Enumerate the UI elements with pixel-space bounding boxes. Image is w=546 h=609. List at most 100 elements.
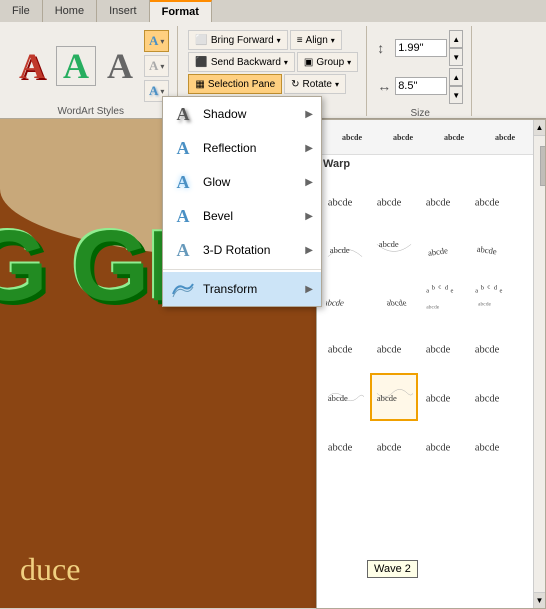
dropdown-arrow-icon: ▾: [160, 37, 164, 46]
svg-text:abcde: abcde: [475, 443, 500, 454]
group-icon: ▣: [304, 57, 313, 68]
transform-cell-4-3[interactable]: abcde: [419, 324, 467, 372]
reflection-menu-label: Reflection: [203, 141, 297, 155]
group-button[interactable]: ▣ Group ▾: [297, 52, 358, 72]
bring-forward-button[interactable]: ⬜ Bring Forward ▾: [188, 30, 287, 50]
tab-format[interactable]: Format: [150, 0, 212, 22]
group-arrow[interactable]: ▾: [347, 58, 351, 67]
bevel-menu-item[interactable]: A Bevel ▶: [163, 199, 321, 233]
svg-text:abcde: abcde: [377, 198, 402, 209]
send-backward-button[interactable]: ⬛ Send Backward ▾: [188, 52, 295, 72]
3d-rotation-menu-label: 3-D Rotation: [203, 243, 297, 257]
bring-forward-icon: ⬜: [195, 35, 207, 46]
scroll-thumb[interactable]: [540, 146, 546, 186]
transform-cell-wave2[interactable]: abcde: [370, 373, 418, 421]
warp-header: Warp: [317, 155, 545, 173]
glow-menu-item[interactable]: A Glow ▶: [163, 165, 321, 199]
shadow-menu-label: Shadow: [203, 107, 297, 121]
tab-insert[interactable]: Insert: [97, 0, 150, 22]
transform-cell-4-1[interactable]: abcde: [321, 324, 369, 372]
transform-none-1[interactable]: abcde: [327, 126, 377, 148]
transform-cell-3-1[interactable]: abcde: [321, 275, 369, 323]
transform-menu-icon: [171, 277, 195, 301]
selection-pane-icon: ▦: [195, 79, 204, 90]
transform-cell-1-1[interactable]: abcde: [321, 177, 369, 225]
transform-cell-3-4[interactable]: a b c d e abcde: [468, 275, 516, 323]
transform-cell-6-3[interactable]: abcde: [419, 422, 467, 470]
size-content: ↕ ▲ ▼ ↔ ▲ ▼: [377, 26, 463, 108]
width-input[interactable]: [395, 77, 447, 95]
rotate-icon: ↻: [291, 79, 299, 90]
transform-cell-5-4[interactable]: abcde: [468, 373, 516, 421]
wave2-tooltip: Wave 2: [367, 560, 418, 578]
text-fill-icon: A: [149, 33, 158, 49]
height-input[interactable]: [395, 39, 447, 57]
transform-cell-1-3[interactable]: abcde: [419, 177, 467, 225]
svg-text:abcde: abcde: [328, 345, 353, 356]
align-icon: ≡: [297, 35, 303, 46]
transform-none-2[interactable]: abcde: [378, 126, 428, 148]
wordart-styles-label: WordArt Styles: [57, 106, 124, 119]
svg-text:abcde: abcde: [385, 298, 408, 308]
transform-cell-2-4[interactable]: abcde: [468, 226, 516, 274]
ribbon-tabs: File Home Insert Format: [0, 0, 546, 22]
transform-cell-wave1[interactable]: abcde: [321, 373, 369, 421]
text-fill-button[interactable]: A ▾: [144, 30, 169, 52]
reflection-menu-item[interactable]: A Reflection ▶: [163, 131, 321, 165]
transform-cell-4-2[interactable]: abcde: [370, 324, 418, 372]
svg-text:abcde: abcde: [377, 443, 402, 454]
transform-cell-6-1[interactable]: abcde: [321, 422, 369, 470]
text-outline-icon: A: [149, 58, 158, 74]
rotate-label: Rotate: [303, 79, 332, 90]
svg-text:abcde: abcde: [426, 443, 451, 454]
transform-cell-2-1[interactable]: abcde: [321, 226, 369, 274]
bring-forward-arrow[interactable]: ▾: [277, 36, 281, 45]
transform-cell-6-4[interactable]: abcde: [468, 422, 516, 470]
tab-home[interactable]: Home: [43, 0, 97, 22]
send-backward-arrow[interactable]: ▾: [284, 58, 288, 67]
rotate-button[interactable]: ↻ Rotate ▾: [284, 74, 346, 94]
3d-submenu-arrow: ▶: [305, 245, 313, 256]
shadow-menu-item[interactable]: A Shadow ▶: [163, 97, 321, 131]
transform-cell-1-4[interactable]: abcde: [468, 177, 516, 225]
svg-text:e: e: [499, 287, 502, 294]
tab-file[interactable]: File: [0, 0, 43, 22]
wordart-btn-3[interactable]: A: [100, 46, 140, 86]
transform-cell-2-3[interactable]: abcde: [419, 226, 467, 274]
svg-text:abcde: abcde: [476, 244, 497, 257]
transform-cell-6-2[interactable]: abcde: [370, 422, 418, 470]
transform-menu-item[interactable]: Transform ▶: [163, 272, 321, 306]
svg-text:abcde: abcde: [478, 302, 492, 308]
transform-none-3[interactable]: abcde: [429, 126, 479, 148]
width-up-button[interactable]: ▲: [449, 68, 463, 86]
scroll-up-button[interactable]: ▲: [534, 120, 546, 136]
svg-text:abcde: abcde: [475, 198, 500, 209]
align-button[interactable]: ≡ Align ▾: [290, 30, 342, 50]
bevel-menu-icon: A: [171, 204, 195, 228]
rotate-arrow[interactable]: ▾: [335, 80, 339, 89]
wordart-btn-2[interactable]: A: [56, 46, 96, 86]
wordart-btn-1[interactable]: A: [12, 46, 52, 86]
height-row: ↕ ▲ ▼: [377, 30, 463, 66]
scroll-down-button[interactable]: ▼: [534, 592, 546, 608]
arrange-row-3: ▦ Selection Pane ↻ Rotate ▾: [188, 74, 346, 94]
svg-text:a: a: [426, 287, 429, 294]
width-down-button[interactable]: ▼: [449, 86, 463, 104]
text-outline-button[interactable]: A ▾: [144, 55, 169, 77]
selection-pane-button[interactable]: ▦ Selection Pane: [188, 74, 282, 94]
canvas-bottom-text: duce: [20, 551, 80, 588]
transform-cell-5-3[interactable]: abcde: [419, 373, 467, 421]
transform-cell-4-4[interactable]: abcde: [468, 324, 516, 372]
transform-cell-1-2[interactable]: abcde: [370, 177, 418, 225]
transform-cell-3-2[interactable]: abcde: [370, 275, 418, 323]
reflection-submenu-arrow: ▶: [305, 143, 313, 154]
scrollbar: ▲ ▼: [533, 120, 545, 608]
3d-rotation-menu-item[interactable]: A 3-D Rotation ▶: [163, 233, 321, 267]
selection-pane-label: Selection Pane: [208, 79, 275, 90]
align-arrow[interactable]: ▾: [331, 36, 335, 45]
height-up-button[interactable]: ▲: [449, 30, 463, 48]
transform-cell-2-2[interactable]: abcde: [370, 226, 418, 274]
transform-cell-3-3[interactable]: a b c d e abcde: [419, 275, 467, 323]
transform-none-4[interactable]: abcde: [480, 126, 530, 148]
height-down-button[interactable]: ▼: [449, 48, 463, 66]
